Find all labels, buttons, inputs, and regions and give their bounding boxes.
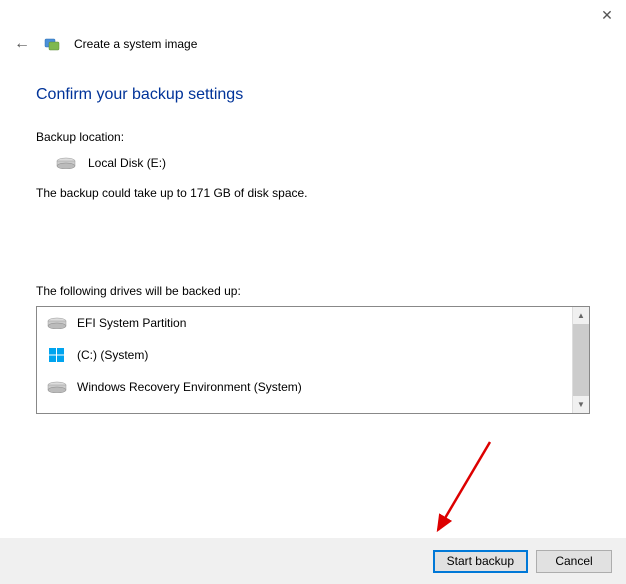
wizard-header: ← Create a system image	[0, 30, 626, 58]
close-icon[interactable]: ✕	[600, 8, 614, 22]
location-label: Backup location:	[36, 130, 590, 144]
scrollbar[interactable]: ▲ ▼	[572, 307, 589, 413]
annotation-arrow-icon	[420, 436, 500, 540]
list-item[interactable]: EFI System Partition	[37, 307, 589, 339]
disk-icon	[47, 379, 67, 395]
drives-list: EFI System Partition (C:) (System)	[37, 307, 589, 403]
list-item[interactable]: Windows Recovery Environment (System)	[37, 371, 589, 403]
start-backup-button[interactable]: Start backup	[433, 550, 528, 573]
disk-icon	[47, 315, 67, 331]
cancel-button[interactable]: Cancel	[536, 550, 612, 573]
scroll-thumb[interactable]	[573, 324, 589, 396]
content-area: Confirm your backup settings Backup loca…	[0, 58, 626, 414]
windows-icon	[47, 347, 67, 363]
page-heading: Confirm your backup settings	[36, 86, 590, 104]
disk-icon	[56, 157, 76, 169]
backup-location-row: Local Disk (E:)	[56, 156, 590, 170]
scroll-down-icon[interactable]: ▼	[573, 396, 589, 413]
space-info-text: The backup could take up to 171 GB of di…	[36, 186, 590, 200]
drives-label: The following drives will be backed up:	[36, 284, 590, 298]
drive-name: EFI System Partition	[77, 316, 186, 330]
drives-list-box: EFI System Partition (C:) (System)	[36, 306, 590, 414]
drive-name: Windows Recovery Environment (System)	[77, 380, 302, 394]
wizard-title: Create a system image	[74, 37, 197, 51]
scroll-up-icon[interactable]: ▲	[573, 307, 589, 324]
back-arrow-icon[interactable]: ←	[14, 36, 30, 52]
titlebar: ✕	[0, 0, 626, 30]
system-image-icon	[44, 36, 60, 52]
bottom-bar: Start backup Cancel	[0, 538, 626, 584]
drive-name: (C:) (System)	[77, 348, 148, 362]
location-value: Local Disk (E:)	[88, 156, 166, 170]
list-item[interactable]: (C:) (System)	[37, 339, 589, 371]
